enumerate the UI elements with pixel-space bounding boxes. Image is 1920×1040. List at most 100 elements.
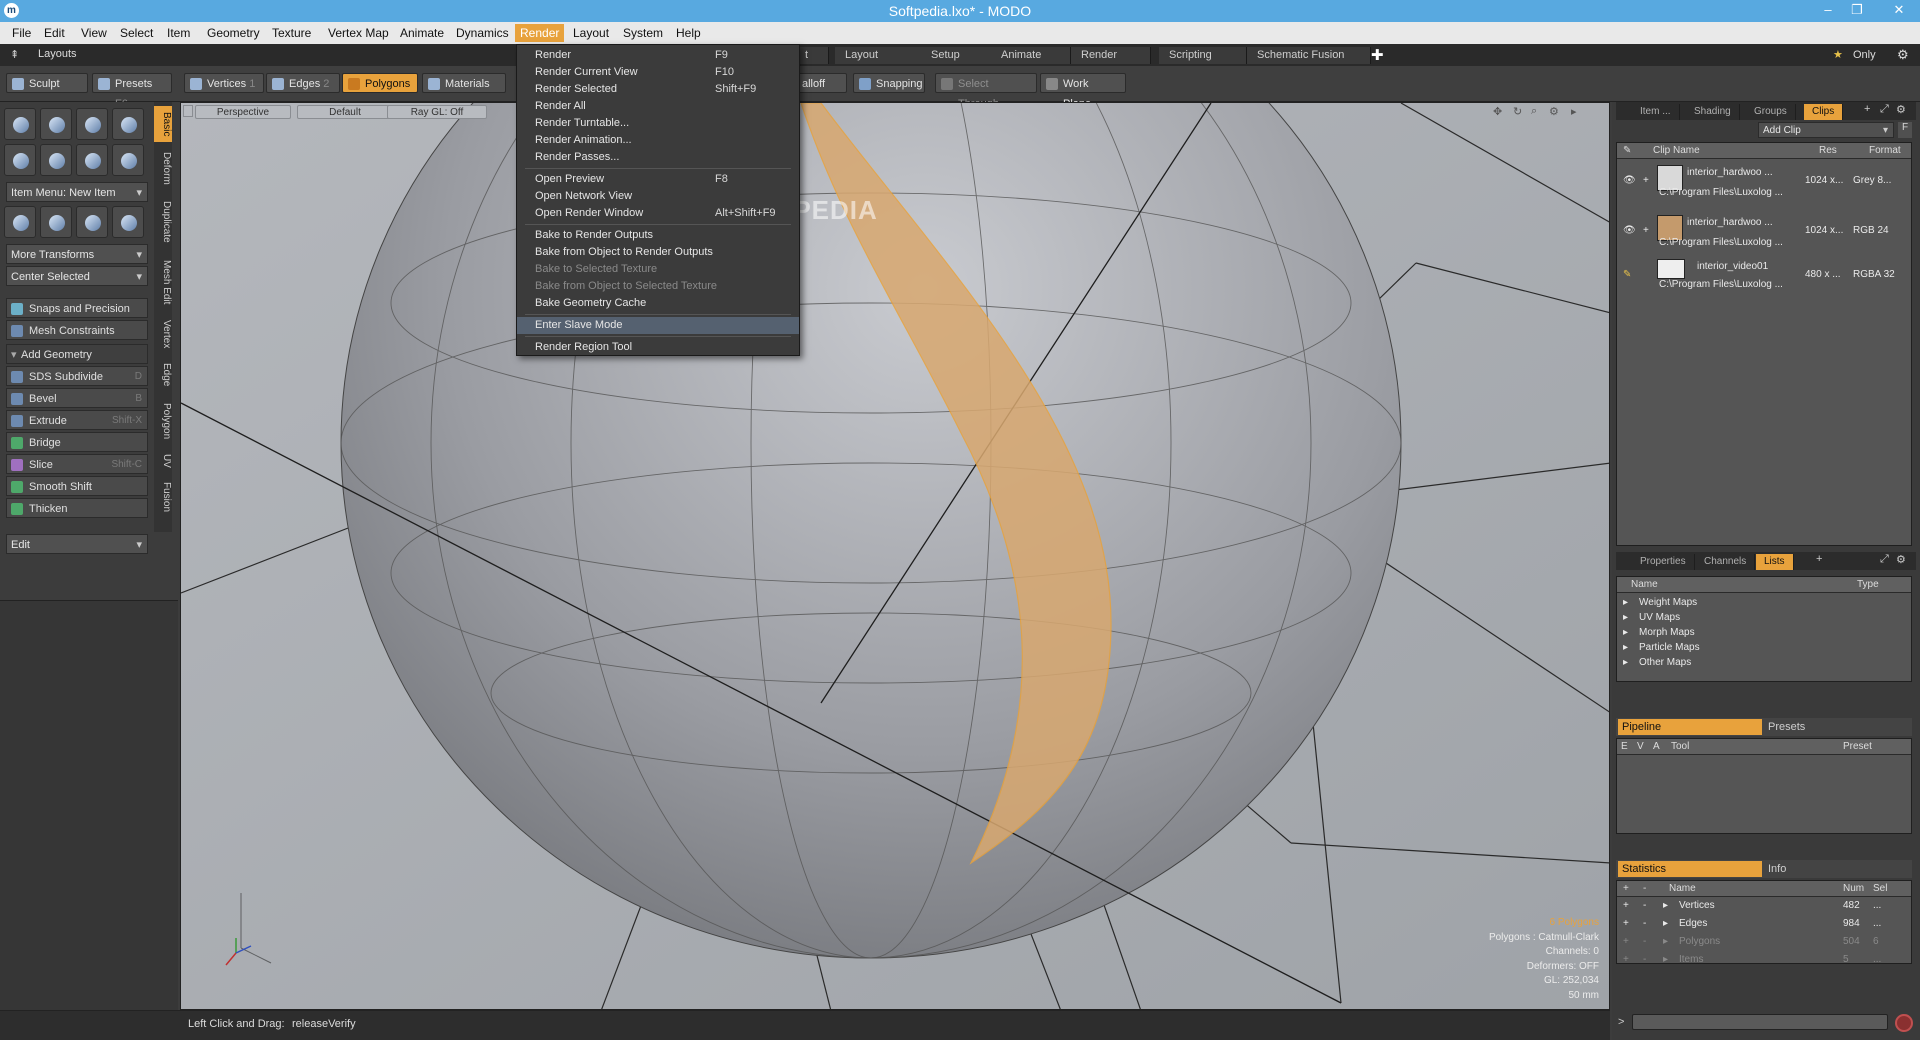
menu-item-bake-geometry-cache[interactable]: Bake Geometry Cache: [517, 295, 799, 312]
add-tab-icon[interactable]: +: [1864, 103, 1870, 115]
menu-item-render[interactable]: Render F9: [517, 47, 799, 64]
vtab-edge[interactable]: Edge: [154, 358, 172, 392]
menu-view[interactable]: View: [81, 26, 107, 40]
menu-item-render-current-view[interactable]: Render Current View F10: [517, 64, 799, 81]
torus-icon[interactable]: [4, 144, 36, 176]
command-input[interactable]: [1632, 1014, 1888, 1030]
expand-plus-icon[interactable]: +: [1643, 175, 1649, 186]
menu-item-open-render-window[interactable]: Open Render Window Alt+Shift+F9: [517, 205, 799, 222]
edit-dropdown[interactable]: Edit: [6, 534, 148, 555]
thicken-button[interactable]: Thicken: [6, 498, 148, 518]
menu-edit[interactable]: Edit: [44, 26, 65, 40]
3d-viewport[interactable]: Perspective Default Ray GL: Off ✥ ↻ ⌕ ⚙ …: [180, 102, 1610, 1010]
shading-default-dropdown[interactable]: Default: [297, 105, 393, 119]
tab-shading[interactable]: Shading: [1686, 104, 1740, 120]
viewport-expand-icon[interactable]: ▸: [1571, 105, 1577, 118]
menu-item-bake-render-outputs[interactable]: Bake to Render Outputs: [517, 227, 799, 244]
vtab-fusion[interactable]: Fusion: [154, 476, 172, 518]
eye-icon[interactable]: 👁: [1623, 175, 1636, 186]
tab-item[interactable]: Item ...: [1632, 104, 1680, 120]
scale-icon[interactable]: [76, 206, 108, 238]
menu-item-open-preview[interactable]: Open Preview F8: [517, 171, 799, 188]
edges-button[interactable]: Edges 2: [266, 73, 340, 93]
menu-item[interactable]: Item: [167, 26, 190, 40]
tab-clips[interactable]: Clips: [1804, 104, 1844, 120]
menu-select[interactable]: Select: [120, 26, 153, 40]
tab-presets[interactable]: Presets: [1768, 719, 1805, 735]
menu-animate[interactable]: Animate: [400, 26, 444, 40]
clip-row[interactable]: 👁 + interior_hardwoo ... C:\Program File…: [1617, 215, 1911, 255]
add-geometry-header[interactable]: ▾ Add Geometry: [6, 344, 148, 364]
tab-scripting[interactable]: Scripting: [1159, 47, 1247, 64]
rotate-icon[interactable]: [40, 206, 72, 238]
expand-arrow-icon[interactable]: ▸: [1663, 918, 1668, 929]
tab-pipeline[interactable]: Pipeline: [1618, 719, 1762, 735]
menu-item-render-all[interactable]: Render All: [517, 98, 799, 115]
transform-icon[interactable]: [112, 206, 144, 238]
viewport-zoom-icon[interactable]: ⌕: [1531, 105, 1537, 118]
vtab-mesh-edit[interactable]: Mesh Edit: [154, 254, 172, 310]
eye-icon[interactable]: 👁: [1623, 225, 1636, 236]
filter-icon[interactable]: F: [1898, 122, 1912, 138]
menu-item-render-passes[interactable]: Render Passes...: [517, 149, 799, 166]
view-perspective-dropdown[interactable]: Perspective: [195, 105, 291, 119]
snaps-precision-button[interactable]: Snaps and Precision: [6, 298, 148, 318]
menu-item-enter-slave-mode[interactable]: Enter Slave Mode: [517, 317, 799, 334]
tab-statistics[interactable]: Statistics: [1618, 861, 1762, 877]
bevel-button[interactable]: Bevel B: [6, 388, 148, 408]
menu-layout[interactable]: Layout: [573, 26, 609, 40]
bridge-button[interactable]: Bridge: [6, 432, 148, 452]
vtab-polygon[interactable]: Polygon: [154, 396, 172, 446]
vtab-vertex[interactable]: Vertex: [154, 314, 172, 354]
expand-arrow-icon[interactable]: ▸: [1623, 657, 1628, 668]
tab-info[interactable]: Info: [1768, 861, 1786, 877]
brush-icon[interactable]: ✎: [1623, 269, 1631, 280]
select-through-button[interactable]: Select Through: [935, 73, 1037, 110]
expand-arrow-icon[interactable]: ▸: [1663, 936, 1668, 947]
vtab-uv[interactable]: UV: [154, 450, 172, 472]
mesh-constraints-button[interactable]: Mesh Constraints: [6, 320, 148, 340]
sds-subdivide-button[interactable]: SDS Subdivide D: [6, 366, 148, 386]
menu-item-bake-object-render-outputs[interactable]: Bake from Object to Render Outputs: [517, 244, 799, 261]
sculpt-button[interactable]: Sculpt: [6, 73, 88, 93]
move-icon[interactable]: [4, 206, 36, 238]
only-toggle[interactable]: Only: [1853, 49, 1876, 61]
polygons-button[interactable]: Polygons: [342, 73, 418, 93]
expand-arrow-icon[interactable]: ▸: [1623, 612, 1628, 623]
materials-button[interactable]: Materials: [422, 73, 506, 93]
maximize-button[interactable]: ❐: [1843, 0, 1871, 22]
tab-layout[interactable]: Layout: [835, 47, 925, 64]
tab-lists[interactable]: Lists: [1756, 554, 1794, 570]
presets-button[interactable]: Presets F6: [92, 73, 172, 110]
add-icon[interactable]: +: [1623, 881, 1629, 897]
vtab-basic[interactable]: Basic: [154, 106, 172, 142]
center-selected-dropdown[interactable]: Center Selected: [6, 266, 148, 287]
text-icon[interactable]: [112, 144, 144, 176]
cube-icon[interactable]: [4, 108, 36, 140]
snapping-button[interactable]: Snapping: [853, 73, 925, 93]
slice-button[interactable]: Slice Shift-C: [6, 454, 148, 474]
menu-item-open-network-view[interactable]: Open Network View: [517, 188, 799, 205]
expand-arrow-icon[interactable]: ▸: [1623, 627, 1628, 638]
vtab-deform[interactable]: Deform: [154, 146, 172, 190]
work-plane-button[interactable]: Work Plane: [1040, 73, 1126, 110]
layouts-label[interactable]: Layouts: [38, 48, 77, 60]
add-clip-dropdown[interactable]: Add Clip: [1758, 122, 1894, 139]
clip-row[interactable]: ✎ interior_video01 C:\Program Files\Luxo…: [1617, 259, 1911, 299]
menu-item-render-region-tool[interactable]: Render Region Tool: [517, 339, 799, 356]
record-icon[interactable]: [1895, 1014, 1913, 1032]
menu-help[interactable]: Help: [676, 26, 701, 40]
menu-geometry[interactable]: Geometry: [207, 26, 260, 40]
gear-icon[interactable]: ⚙: [1897, 47, 1909, 63]
vtab-duplicate[interactable]: Duplicate: [154, 194, 172, 250]
layouts-arrow-icon[interactable]: ⇞: [10, 48, 19, 61]
expand-arrow-icon[interactable]: ▸: [1623, 597, 1628, 608]
gear-icon[interactable]: ⚙: [1896, 103, 1906, 116]
clip-row[interactable]: 👁 + interior_hardwoo ... C:\Program File…: [1617, 165, 1911, 205]
tab-partial[interactable]: t: [795, 47, 829, 64]
curve-icon[interactable]: [76, 144, 108, 176]
tab-groups[interactable]: Groups: [1746, 104, 1796, 120]
expand-plus-icon[interactable]: +: [1643, 225, 1649, 236]
tab-properties[interactable]: Properties: [1632, 554, 1695, 570]
add-tab-icon[interactable]: +: [1816, 553, 1822, 565]
